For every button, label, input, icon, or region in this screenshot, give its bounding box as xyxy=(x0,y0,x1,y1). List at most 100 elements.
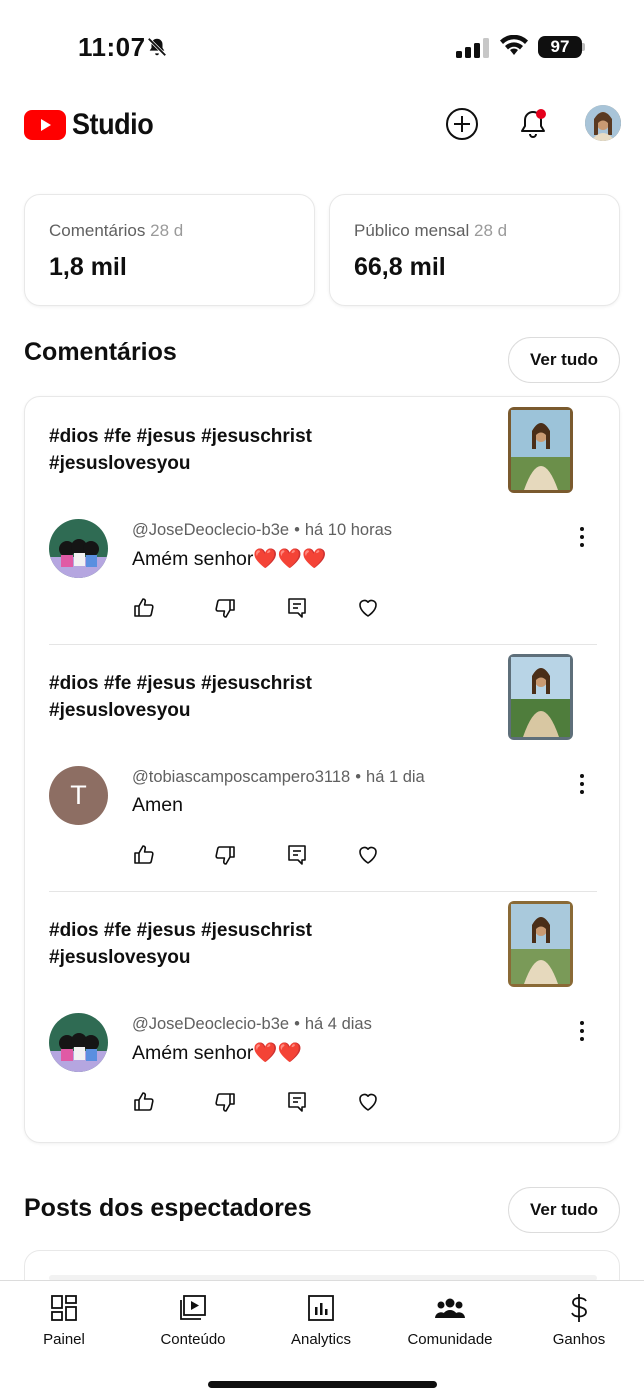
heart-icon xyxy=(359,846,377,864)
notifications-button[interactable] xyxy=(515,106,551,142)
wifi-icon xyxy=(500,34,528,62)
thumbs-down-icon xyxy=(215,1093,235,1112)
meta-separator: • xyxy=(294,1015,300,1033)
nav-label: Painel xyxy=(43,1331,85,1348)
home-indicator[interactable] xyxy=(208,1381,437,1388)
comment-time: há 1 dia xyxy=(366,768,425,786)
comments-section-title: Comentários xyxy=(24,338,177,366)
nav-label: Comunidade xyxy=(407,1331,493,1348)
reply-icon xyxy=(288,845,306,865)
nav-item-dashboard[interactable]: Painel xyxy=(9,1291,119,1355)
thumbs-up-icon xyxy=(134,598,154,617)
heart-button[interactable] xyxy=(356,843,380,867)
comment-time: há 10 horas xyxy=(304,521,393,539)
commenter-avatar[interactable]: T xyxy=(49,766,108,825)
stat-card-comments[interactable]: Comentários 28 d 1,8 mil xyxy=(24,194,315,306)
bell-icon xyxy=(521,109,546,138)
stat-label: Comentários 28 d xyxy=(49,221,183,241)
reply-icon xyxy=(288,1092,306,1112)
reply-icon xyxy=(288,598,306,618)
commenter-avatar[interactable] xyxy=(49,1013,108,1072)
comment-author[interactable]: @JoseDeoclecio-b3e xyxy=(132,1015,289,1033)
nav-label: Ganhos xyxy=(552,1331,606,1348)
stat-card-monthly-audience[interactable]: Público mensal 28 d 66,8 mil xyxy=(329,194,620,306)
video-title[interactable]: #dios #fe #jesus #jesuschrist #jesuslove… xyxy=(49,917,369,971)
earnings-icon xyxy=(571,1294,587,1322)
comment-author[interactable]: @tobiascamposcampero3118 xyxy=(132,768,350,786)
meta-separator: • xyxy=(294,521,300,539)
comment-options-button[interactable] xyxy=(575,525,589,549)
stat-period: 28 d xyxy=(150,221,184,240)
app-header: Studio xyxy=(0,100,644,150)
stat-label-text: Comentários xyxy=(49,221,146,240)
video-thumbnail[interactable] xyxy=(508,654,573,740)
comment-author[interactable]: @JoseDeoclecio-b3e xyxy=(132,521,289,539)
stat-value: 1,8 mil xyxy=(49,253,127,281)
commenter-avatar[interactable] xyxy=(49,519,108,578)
comment-meta: @tobiascamposcampero3118 • há 1 dia xyxy=(132,768,425,787)
comment-options-button[interactable] xyxy=(575,772,589,796)
heart-icon xyxy=(359,1093,377,1111)
comment-item: #dios #fe #jesus #jesuschrist #jesuslove… xyxy=(25,644,621,891)
thumbs-up-icon xyxy=(134,1092,154,1111)
nav-item-content[interactable]: Conteúdo xyxy=(138,1291,248,1355)
comment-options-button[interactable] xyxy=(575,1019,589,1043)
comments-see-all-button[interactable]: Ver tudo xyxy=(508,337,620,383)
comment-text: Amém senhor❤️❤️❤️ xyxy=(132,548,327,570)
dislike-button[interactable] xyxy=(213,843,237,867)
like-button[interactable] xyxy=(132,843,156,867)
meta-separator: • xyxy=(355,768,362,786)
cellular-signal-icon xyxy=(456,38,490,63)
status-time: 11:07 xyxy=(78,32,146,62)
plus-circle-icon xyxy=(446,108,478,140)
dashboard-icon xyxy=(51,1295,77,1321)
like-button[interactable] xyxy=(132,596,156,620)
nav-item-earnings[interactable]: Ganhos xyxy=(524,1291,634,1355)
reply-button[interactable] xyxy=(285,1090,309,1114)
comment-meta: @JoseDeoclecio-b3e • há 10 horas xyxy=(132,521,392,540)
community-icon xyxy=(435,1298,465,1318)
account-avatar[interactable] xyxy=(585,105,621,141)
reply-button[interactable] xyxy=(285,596,309,620)
comments-card: #dios #fe #jesus #jesuschrist #jesuslove… xyxy=(24,396,620,1143)
status-bar: 11:07 97 xyxy=(0,0,644,92)
stat-value: 66,8 mil xyxy=(354,253,446,281)
reply-button[interactable] xyxy=(285,843,309,867)
youtube-logo-icon xyxy=(24,110,66,140)
stat-label: Público mensal 28 d xyxy=(354,221,507,241)
analytics-icon xyxy=(308,1295,334,1321)
video-thumbnail[interactable] xyxy=(508,901,573,987)
battery-tip xyxy=(582,43,585,51)
stat-period: 28 d xyxy=(474,221,508,240)
comment-time: há 4 dias xyxy=(304,1015,372,1033)
thumbs-up-icon xyxy=(134,845,154,864)
stat-label-text: Público mensal xyxy=(354,221,470,240)
dislike-button[interactable] xyxy=(213,1090,237,1114)
content-icon xyxy=(180,1295,206,1320)
thumbs-down-icon xyxy=(215,846,235,865)
viewer-posts-see-all-button[interactable]: Ver tudo xyxy=(508,1187,620,1233)
comment-item: #dios #fe #jesus #jesuschrist #jesuslove… xyxy=(25,891,621,1138)
thumbs-down-icon xyxy=(215,599,235,618)
video-thumbnail[interactable] xyxy=(508,407,573,493)
heart-icon xyxy=(359,599,377,617)
brand-name: Studio xyxy=(72,108,154,141)
comment-text: Amen xyxy=(132,794,183,816)
comment-meta: @JoseDeoclecio-b3e • há 4 dias xyxy=(132,1015,372,1034)
heart-button[interactable] xyxy=(356,596,380,620)
comment-item: #dios #fe #jesus #jesuschrist #jesuslove… xyxy=(25,397,621,644)
nav-item-community[interactable]: Comunidade xyxy=(395,1291,505,1355)
like-button[interactable] xyxy=(132,1090,156,1114)
video-title[interactable]: #dios #fe #jesus #jesuschrist #jesuslove… xyxy=(49,670,369,724)
create-button[interactable] xyxy=(444,106,480,142)
heart-button[interactable] xyxy=(356,1090,380,1114)
video-title[interactable]: #dios #fe #jesus #jesuschrist #jesuslove… xyxy=(49,423,369,477)
battery-indicator: 97 xyxy=(538,36,582,58)
nav-label: Analytics xyxy=(290,1331,352,1348)
silent-mode-icon xyxy=(146,36,168,63)
viewer-posts-section-title: Posts dos espectadores xyxy=(24,1194,312,1222)
nav-label: Conteúdo xyxy=(160,1331,226,1348)
nav-item-analytics[interactable]: Analytics xyxy=(266,1291,376,1355)
youtube-studio-logo[interactable]: Studio xyxy=(24,108,162,142)
dislike-button[interactable] xyxy=(213,596,237,620)
